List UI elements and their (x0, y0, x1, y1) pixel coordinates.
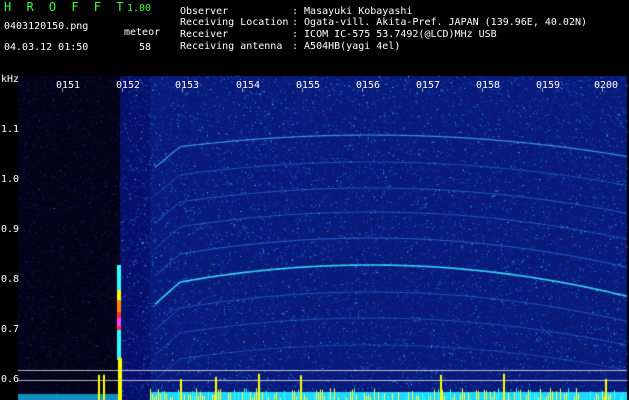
location-value: : Ogata-vill. Akita-Pref. JAPAN (139.96E… (292, 17, 588, 28)
meteor-label: meteor (124, 27, 161, 38)
version-label: 1.00 (127, 3, 152, 14)
meteor-count: 58 (139, 42, 152, 53)
location-label: Receiving Location (180, 17, 289, 28)
x-tick-label: 0158 (476, 80, 501, 91)
spectrogram-canvas (0, 0, 629, 400)
x-tick-label: 0200 (594, 80, 619, 91)
y-tick-label: 0.7 (1, 324, 20, 335)
antenna-value: : A504HB(yagi 4el) (292, 41, 401, 52)
observer-value: : Masayuki Kobayashi (292, 6, 413, 17)
x-tick-label: 0155 (296, 80, 321, 91)
antenna-label: Receiving antenna (180, 41, 283, 52)
x-tick-label: 0156 (356, 80, 381, 91)
y-tick-label: 0.8 (1, 274, 20, 285)
y-tick-label: 0.9 (1, 224, 20, 235)
y-tick-label: 0.6 (1, 374, 20, 385)
receiver-value: : ICOM IC-575 53.7492(@LCD)MHz USB (292, 29, 497, 40)
x-tick-label: 0152 (116, 80, 141, 91)
x-tick-label: 0153 (175, 80, 200, 91)
y-tick-label: 1.1 (1, 124, 20, 135)
receiver-label: Receiver (180, 29, 229, 40)
y-tick-label: 1.0 (1, 174, 20, 185)
x-tick-label: 0154 (236, 80, 261, 91)
filename-label: 0403120150.png (4, 21, 89, 32)
x-tick-label: 0151 (56, 80, 81, 91)
x-tick-label: 0159 (536, 80, 561, 91)
y-unit-label: kHz (1, 74, 20, 85)
app-title: H R O F F T (4, 0, 128, 14)
datetime-label: 04.03.12 01:50 (4, 42, 89, 53)
observer-label: Observer (180, 6, 229, 17)
x-tick-label: 0157 (416, 80, 441, 91)
